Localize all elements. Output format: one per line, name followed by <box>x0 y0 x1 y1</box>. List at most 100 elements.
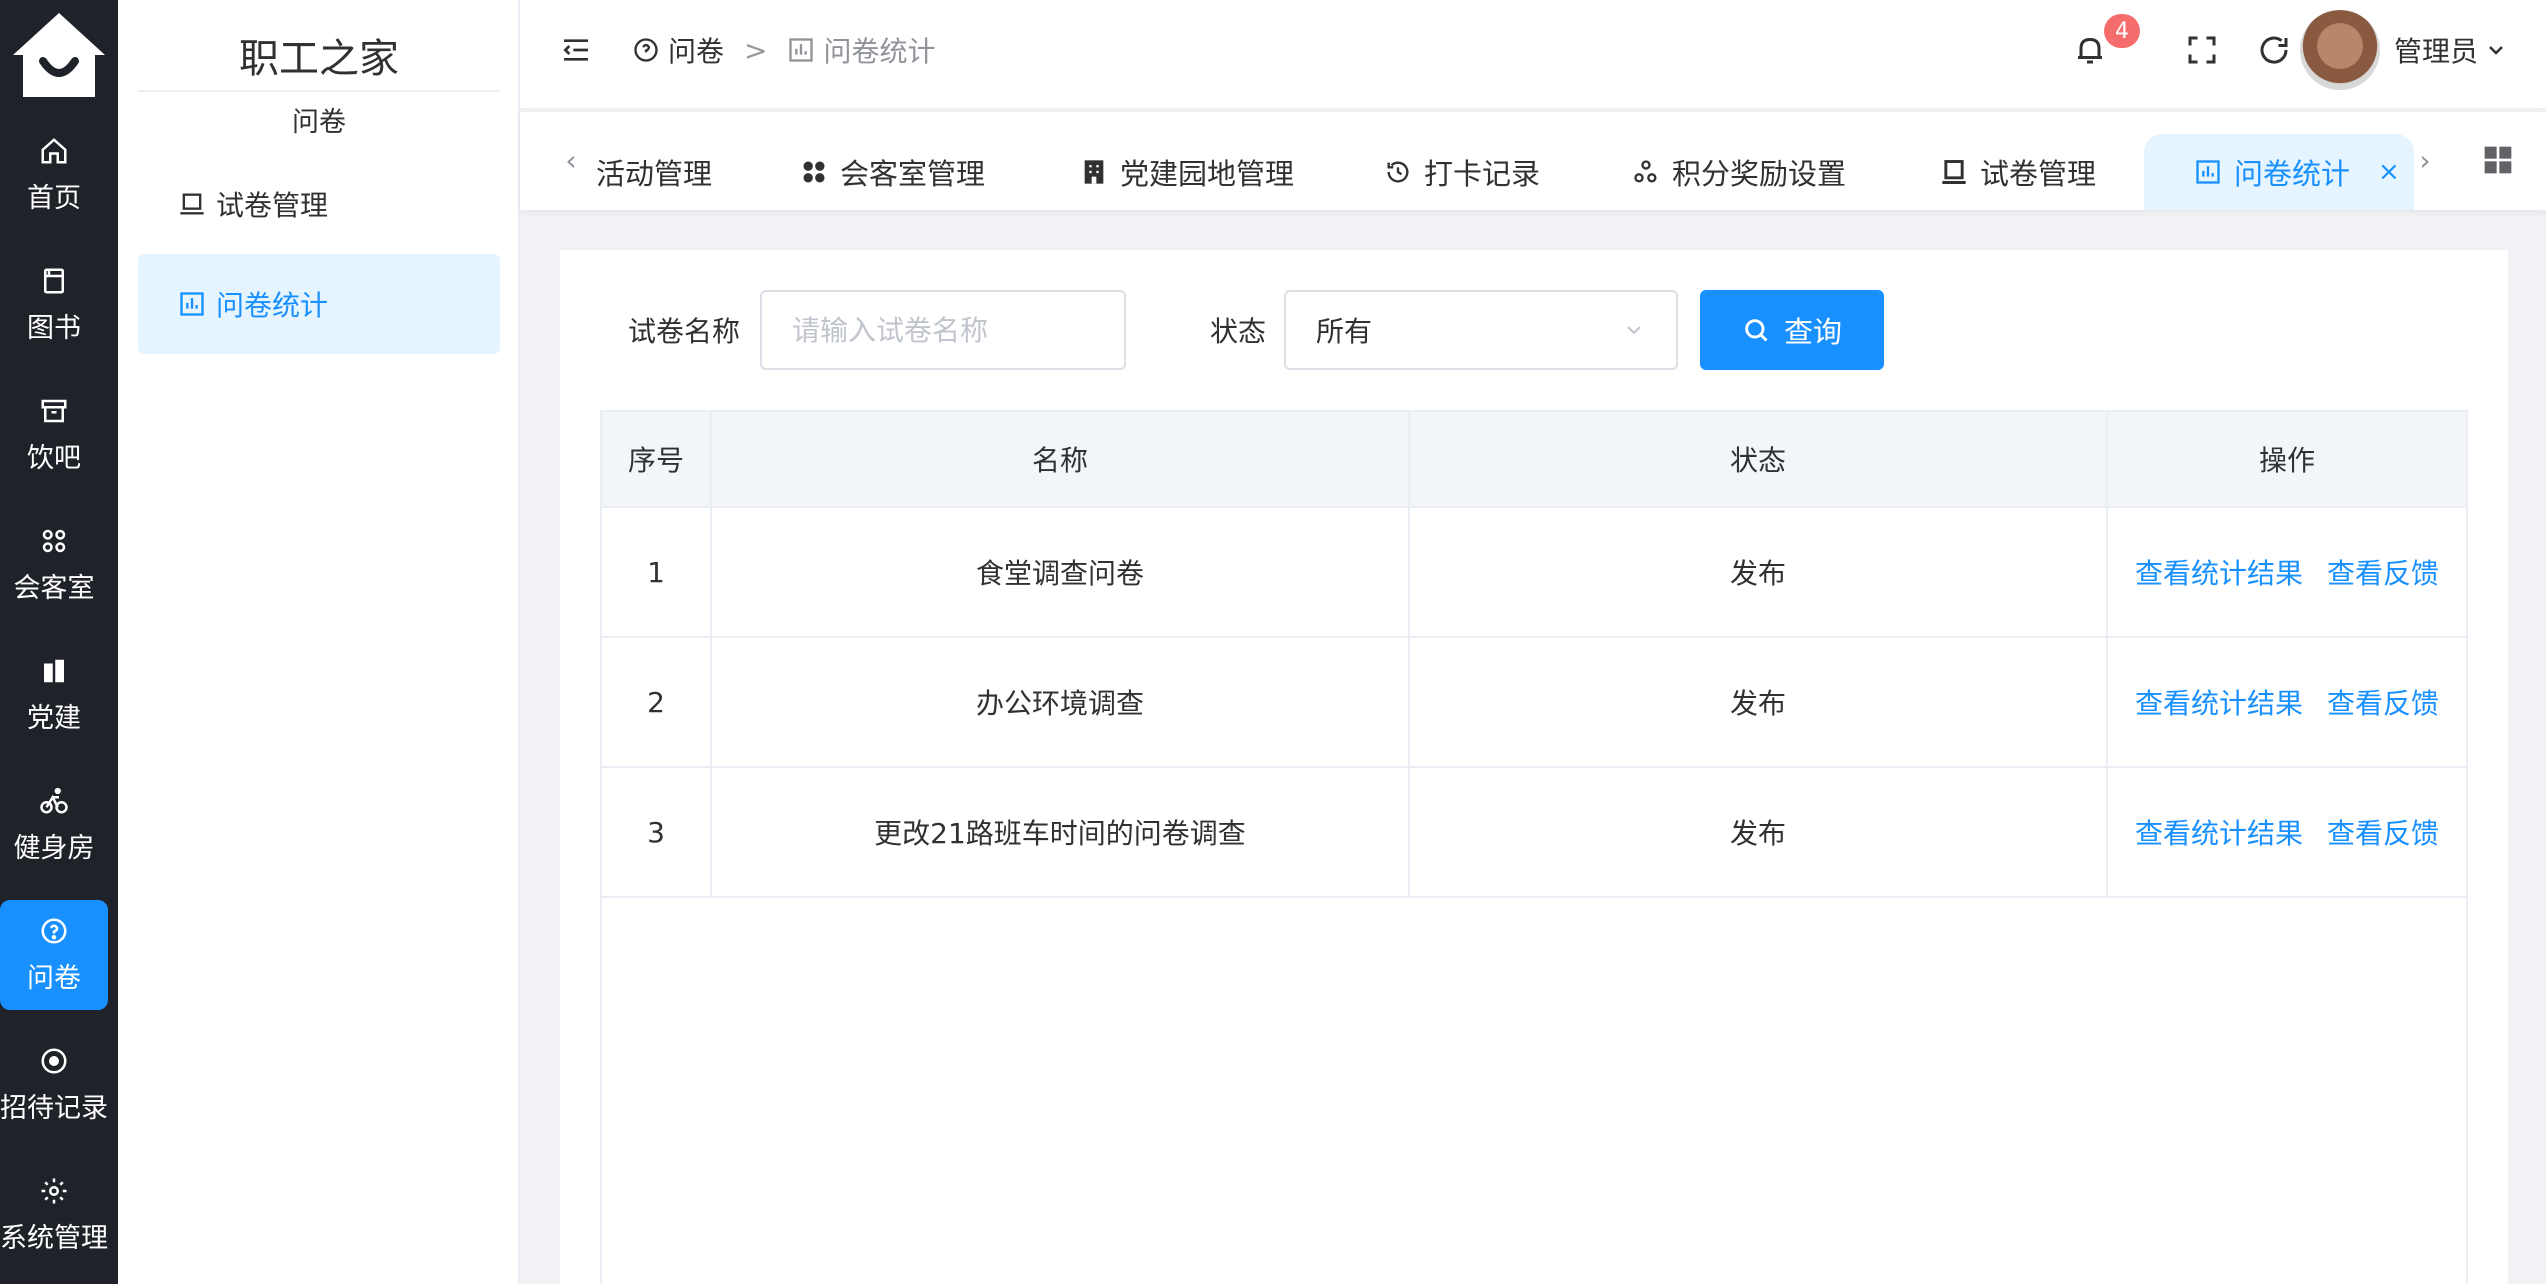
share-icon <box>1634 160 1657 183</box>
breadcrumb-separator: > <box>744 33 768 67</box>
office-building-icon <box>1084 160 1104 184</box>
tab-party-garden[interactable]: 党建园地管理 <box>1080 134 1294 210</box>
row-actions: 查看统计结果 查看反馈 <box>2108 508 2466 636</box>
tab-label: 试卷管理 <box>1980 157 2097 191</box>
app-title: 职工之家 <box>239 36 399 82</box>
chevron-down-icon <box>1627 326 1641 335</box>
rail-item-label: 会客室 <box>13 572 95 604</box>
row-number: 3 <box>602 768 712 896</box>
rail-item-survey[interactable]: 问卷 <box>0 900 108 1010</box>
tabs-scroll-left-icon[interactable]: ‹ <box>556 146 586 176</box>
column-header: 操作 <box>2258 444 2315 477</box>
rail-item-label: 问卷 <box>27 962 81 994</box>
rail-item-label: 招待记录 <box>0 1092 108 1124</box>
table-row: 1 食堂调查问卷 发布 查看统计结果 查看反馈 <box>602 508 2466 638</box>
building-icon <box>44 659 64 682</box>
notification-badge: 4 <box>2104 14 2140 48</box>
status-select-value: 所有 <box>1316 315 1373 348</box>
secondary-sidebar: 职工之家 问卷 试卷管理 问卷统计 <box>118 0 520 1284</box>
book-icon <box>44 268 64 293</box>
home-logo[interactable] <box>0 0 118 110</box>
top-header: 问卷 > 问卷统计 4 管理员 <box>520 0 2546 110</box>
rail-item-reception[interactable]: 招待记录 <box>0 1030 108 1140</box>
tab-meeting-room[interactable]: 会客室管理 <box>800 134 985 210</box>
rail-item-home[interactable]: 首页 <box>0 120 108 230</box>
column-header: 序号 <box>602 412 712 506</box>
rail-item-books[interactable]: 图书 <box>0 250 108 360</box>
user-name: 管理员 <box>2394 35 2479 68</box>
tab-label: 党建园地管理 <box>1120 157 1295 191</box>
tabs-bar: ‹ 活动管理 会客室管理 党建园地管理 打卡记录 积分奖励设置 试卷管理 问卷统… <box>520 112 2546 210</box>
row-status: 发布 <box>1410 508 2108 636</box>
tabs-scroll-right-icon[interactable]: › <box>2410 146 2440 176</box>
rail-item-label: 饮吧 <box>27 442 81 474</box>
breadcrumb-item-survey[interactable]: 问卷 <box>668 30 724 70</box>
menu-fold-icon[interactable] <box>560 34 592 66</box>
fullscreen-icon[interactable] <box>2184 32 2220 68</box>
archive-icon <box>41 399 67 422</box>
row-actions: 查看统计结果 查看反馈 <box>2108 768 2466 896</box>
tab-points-reward[interactable]: 积分奖励设置 <box>1632 134 1846 210</box>
tab-checkin-record[interactable]: 打卡记录 <box>1384 134 1540 210</box>
laptop-icon <box>180 193 204 215</box>
table-header-row: 序号 名称 状态 操作 <box>602 412 2466 508</box>
query-button[interactable]: 查询 <box>1700 290 1884 370</box>
command-icon <box>42 529 66 552</box>
tab-label: 活动管理 <box>596 157 713 191</box>
sidebar-item-survey-stats[interactable]: 问卷统计 <box>138 254 500 354</box>
rail-item-label: 首页 <box>27 182 81 214</box>
rail-item-label: 党建 <box>27 702 81 734</box>
content-card: 试卷名称 状态 所有 查询 序号 名称 状态 操作 1 食堂调查问卷 发布 查看… <box>560 250 2508 1284</box>
sidebar-item-label: 问卷统计 <box>216 289 329 322</box>
tab-label: 打卡记录 <box>1424 157 1541 191</box>
view-stats-link[interactable]: 查看统计结果 <box>2135 552 2303 592</box>
rail-item-gym[interactable]: 健身房 <box>0 770 108 880</box>
rail-item-label: 图书 <box>27 312 81 344</box>
tab-survey-stats[interactable]: 问卷统计 × <box>2144 134 2414 210</box>
tab-label: 会客室管理 <box>840 157 986 191</box>
tab-exam-manage[interactable]: 试卷管理 <box>1940 134 2096 210</box>
breadcrumb: 问卷 > 问卷统计 <box>632 30 936 70</box>
apps-icon <box>803 161 825 183</box>
exam-name-input[interactable] <box>760 290 1126 370</box>
status-label: 状态 <box>1210 315 1267 348</box>
tab-label: 问卷统计 <box>2234 157 2351 191</box>
view-feedback-link[interactable]: 查看反馈 <box>2327 812 2439 852</box>
view-stats-link[interactable]: 查看统计结果 <box>2135 812 2303 852</box>
avatar[interactable] <box>2300 10 2380 90</box>
breadcrumb-item-current: 问卷统计 <box>823 35 936 68</box>
refresh-icon[interactable] <box>2256 32 2292 68</box>
row-number: 2 <box>602 638 712 766</box>
rail-item-party[interactable]: 党建 <box>0 640 108 750</box>
chevron-down-icon <box>2489 46 2503 55</box>
gear-icon <box>41 1178 67 1203</box>
user-menu[interactable]: 管理员 <box>2394 30 2508 70</box>
table-row: 3 更改21路班车时间的问卷调查 发布 查看统计结果 查看反馈 <box>602 768 2466 898</box>
table-row: 2 办公环境调查 发布 查看统计结果 查看反馈 <box>602 638 2466 768</box>
bar-chart-icon <box>789 38 814 62</box>
close-icon[interactable]: × <box>2378 157 2400 187</box>
rail-item-meeting-room[interactable]: 会客室 <box>0 510 108 620</box>
target-icon <box>41 1048 67 1073</box>
row-status: 发布 <box>1410 768 2108 896</box>
grid-icon[interactable] <box>2482 144 2514 176</box>
query-button-label: 查询 <box>1783 315 1842 349</box>
row-name: 食堂调查问卷 <box>712 508 1410 636</box>
bell-icon[interactable] <box>2072 32 2108 68</box>
home-icon <box>41 137 67 163</box>
tab-label: 积分奖励设置 <box>1672 157 1847 191</box>
laptop-icon <box>1942 160 1966 184</box>
question-circle-icon <box>41 918 67 943</box>
row-status: 发布 <box>1410 638 2108 766</box>
bar-chart-icon <box>2196 160 2220 184</box>
sidebar-item-exam-manage[interactable]: 试卷管理 <box>138 154 500 254</box>
status-select[interactable]: 所有 <box>1284 290 1678 370</box>
rail-item-bar[interactable]: 饮吧 <box>0 380 108 490</box>
tab-activity[interactable]: 活动管理 <box>596 134 712 210</box>
bike-icon <box>40 787 68 813</box>
rail-item-label: 系统管理 <box>0 1222 108 1254</box>
rail-item-system[interactable]: 系统管理 <box>0 1160 108 1270</box>
view-feedback-link[interactable]: 查看反馈 <box>2327 552 2439 592</box>
view-feedback-link[interactable]: 查看反馈 <box>2327 682 2439 722</box>
view-stats-link[interactable]: 查看统计结果 <box>2135 682 2303 722</box>
